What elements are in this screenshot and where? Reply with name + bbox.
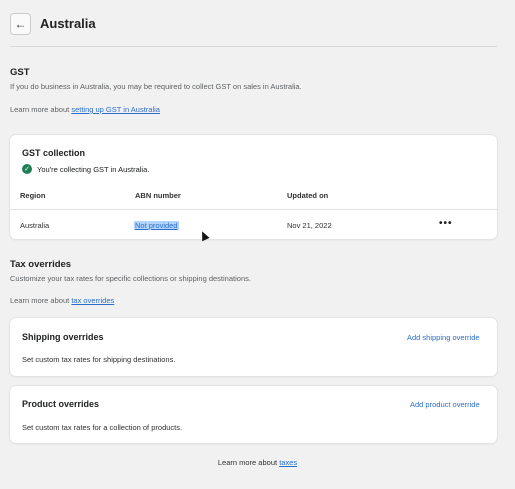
add-shipping-override-button[interactable]: Add shipping override [407, 333, 480, 342]
footer-learn-more: Learn more about taxes [0, 458, 515, 467]
gst-collection-title: GST collection [22, 148, 86, 158]
gst-status: ✓ You're collecting GST in Australia. [22, 164, 149, 174]
product-overrides-title: Product overrides [22, 399, 100, 409]
shipping-overrides-card: Shipping overrides Add shipping override… [10, 318, 497, 376]
column-header-updated: Updated on [287, 191, 329, 200]
footer-learn-prefix: Learn more about [217, 458, 278, 467]
tax-overrides-learn-prefix: Learn more about [10, 296, 70, 305]
product-overrides-description: Set custom tax rates for a collection of… [22, 423, 183, 432]
gst-setup-link[interactable]: setting up GST in Australia [71, 105, 160, 114]
gst-collection-card: GST collection ✓ You're collecting GST i… [10, 135, 497, 239]
add-product-override-button[interactable]: Add product override [410, 400, 480, 409]
page-header: ← Australia [10, 13, 497, 47]
tax-overrides-description: Customize your tax rates for specific co… [10, 274, 251, 283]
gst-description: If you do business in Australia, you may… [10, 82, 302, 91]
check-circle-icon: ✓ [22, 164, 32, 174]
column-header-abn: ABN number [135, 191, 181, 200]
tax-overrides-title: Tax overrides [10, 259, 72, 270]
shipping-overrides-title: Shipping overrides [22, 332, 104, 342]
gst-status-text: You're collecting GST in Australia. [37, 164, 150, 174]
gst-learn-prefix: Learn more about [10, 105, 70, 114]
gst-section-title: GST [10, 67, 30, 78]
shipping-overrides-description: Set custom tax rates for shipping destin… [22, 355, 176, 364]
taxes-link[interactable]: taxes [279, 458, 297, 467]
gst-learn-more: Learn more about setting up GST in Austr… [10, 105, 160, 114]
page-title: Australia [40, 16, 96, 31]
back-button[interactable]: ← [10, 13, 31, 35]
arrow-left-icon: ← [14, 17, 27, 31]
more-actions-button[interactable]: ••• [439, 218, 453, 229]
product-overrides-card: Product overrides Add product override S… [10, 386, 497, 443]
tax-overrides-link[interactable]: tax overrides [71, 296, 114, 305]
column-header-region: Region [20, 191, 46, 200]
cell-region: Australia [20, 221, 50, 230]
abn-link[interactable]: Not provided [134, 221, 179, 230]
cell-abn: Not provided [134, 221, 179, 230]
table-divider [10, 209, 497, 210]
cell-updated: Nov 21, 2022 [287, 221, 332, 230]
tax-overrides-learn-more: Learn more about tax overrides [10, 296, 114, 305]
